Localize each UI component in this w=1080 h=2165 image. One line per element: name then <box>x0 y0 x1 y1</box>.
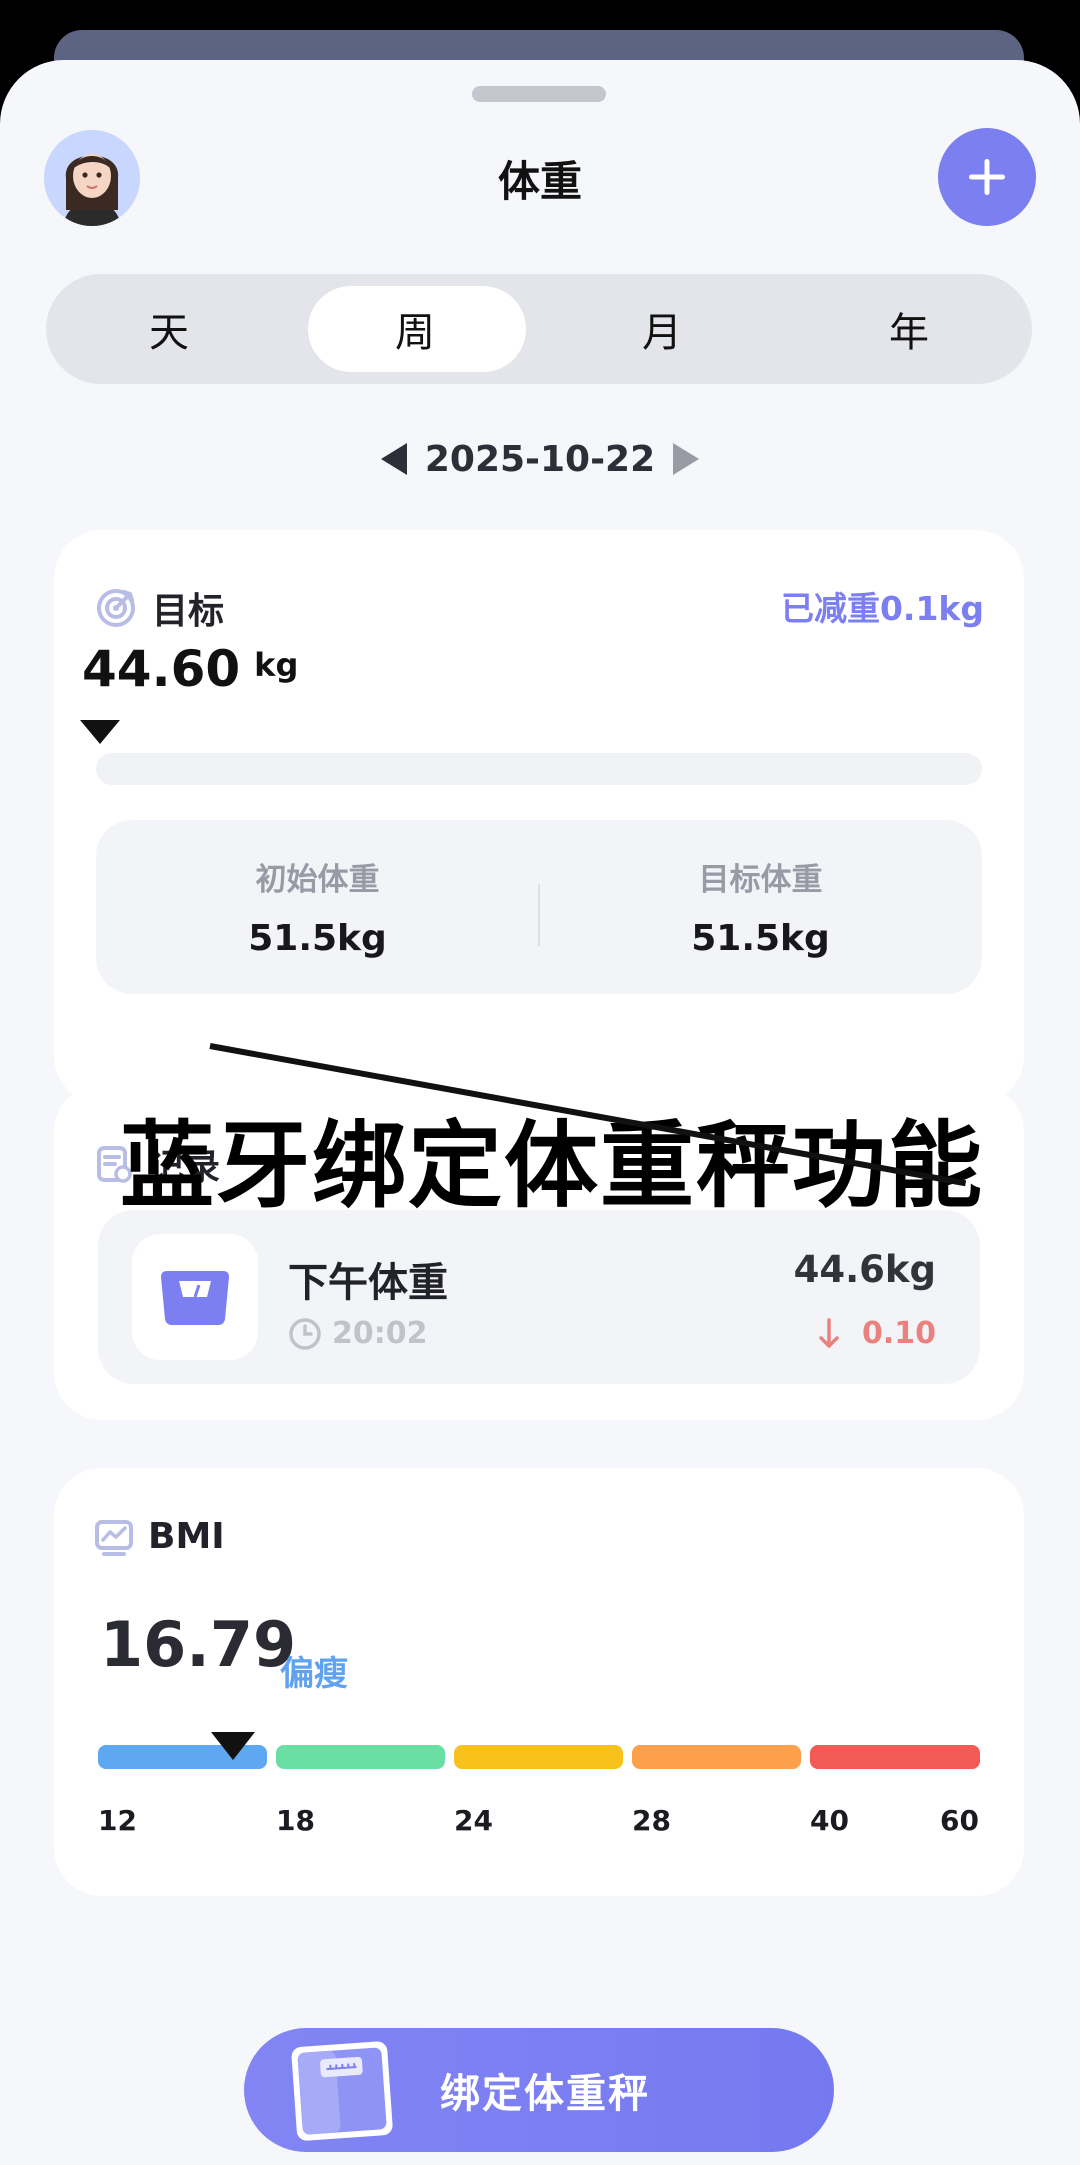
bmi-tick: 60 <box>940 1804 979 1837</box>
initial-weight-label: 初始体重 <box>255 862 380 898</box>
current-weight: 44.60 kg <box>82 640 298 698</box>
record-change: 0.10 <box>818 1316 936 1351</box>
bind-scale-label: 绑定体重秤 <box>440 2071 650 2117</box>
add-record-button[interactable] <box>938 128 1036 226</box>
prev-date-icon[interactable] <box>380 443 407 475</box>
bmi-label: BMI <box>148 1516 225 1557</box>
weight-sheet: 体重 天 周 月 年 2025-10-22 目标 已减重0.1kg 44.60 … <box>0 60 1080 2165</box>
target-weight-label: 目标体重 <box>698 862 823 898</box>
bmi-segment-overweight <box>454 1745 623 1769</box>
scale-tile <box>132 1234 258 1360</box>
record-weight: 44.6kg <box>793 1248 936 1291</box>
record-name: 下午体重 <box>288 1260 448 1306</box>
bmi-marker-icon <box>211 1732 255 1760</box>
bmi-value: 16.79 <box>100 1608 297 1681</box>
bmi-header: BMI <box>94 1516 225 1557</box>
plus-icon <box>969 159 1005 195</box>
period-segmented-control: 天 周 月 年 <box>46 274 1032 384</box>
scale-icon <box>161 1271 229 1325</box>
current-weight-unit: kg <box>254 646 299 684</box>
target-icon <box>97 589 135 627</box>
goal-progress-track <box>96 753 982 785</box>
sheet-grabber[interactable] <box>472 86 606 102</box>
arrow-down-icon <box>819 1317 839 1348</box>
bmi-status: 偏瘦 <box>280 1654 348 1694</box>
next-date-icon[interactable] <box>673 443 700 475</box>
bmi-segment-severe <box>810 1745 980 1769</box>
target-weight-stat[interactable]: 目标体重 51.5kg <box>539 820 982 994</box>
bmi-segment-normal <box>276 1745 445 1769</box>
bmi-segment-obese <box>632 1745 801 1769</box>
weight-stats: 初始体重 51.5kg 目标体重 51.5kg <box>96 820 982 994</box>
bmi-tick: 24 <box>454 1804 493 1837</box>
progress-marker-icon <box>80 720 120 744</box>
tab-day[interactable]: 天 <box>46 274 292 384</box>
initial-weight-stat: 初始体重 51.5kg <box>96 820 539 994</box>
scale-device-icon <box>291 2041 393 2141</box>
record-change-value: 0.10 <box>861 1316 936 1351</box>
tab-month[interactable]: 月 <box>539 274 785 384</box>
date-navigator: 2025-10-22 <box>0 434 1080 484</box>
bmi-tick: 18 <box>276 1804 315 1837</box>
target-weight-value: 51.5kg <box>691 918 830 959</box>
tab-year[interactable]: 年 <box>786 274 1032 384</box>
bind-scale-button[interactable]: 绑定体重秤 <box>244 2028 834 2152</box>
goal-header: 目标 <box>94 582 224 634</box>
current-date: 2025-10-22 <box>424 438 656 480</box>
current-weight-value: 44.60 <box>82 640 241 698</box>
weight-loss-text: 已减重0.1kg <box>780 589 984 628</box>
goal-card: 目标 已减重0.1kg 44.60 kg <box>54 530 1024 1104</box>
bmi-tick: 28 <box>632 1804 671 1837</box>
initial-weight-value: 51.5kg <box>248 918 387 959</box>
bmi-tick: 40 <box>810 1804 849 1837</box>
tab-week[interactable]: 周 <box>292 274 538 384</box>
record-list-item[interactable]: 下午体重 20:02 44.6kg 0.10 <box>98 1210 980 1384</box>
record-time: 20:02 <box>288 1316 428 1351</box>
bmi-tick: 12 <box>98 1804 137 1837</box>
record-time-value: 20:02 <box>332 1316 428 1351</box>
clock-icon <box>289 1317 321 1350</box>
bmi-card: BMI 16.79 偏瘦 12 18 24 28 40 60 <box>54 1468 1024 1896</box>
page-title: 体重 <box>497 157 582 206</box>
chart-icon <box>95 1519 133 1556</box>
goal-label: 目标 <box>152 591 225 632</box>
